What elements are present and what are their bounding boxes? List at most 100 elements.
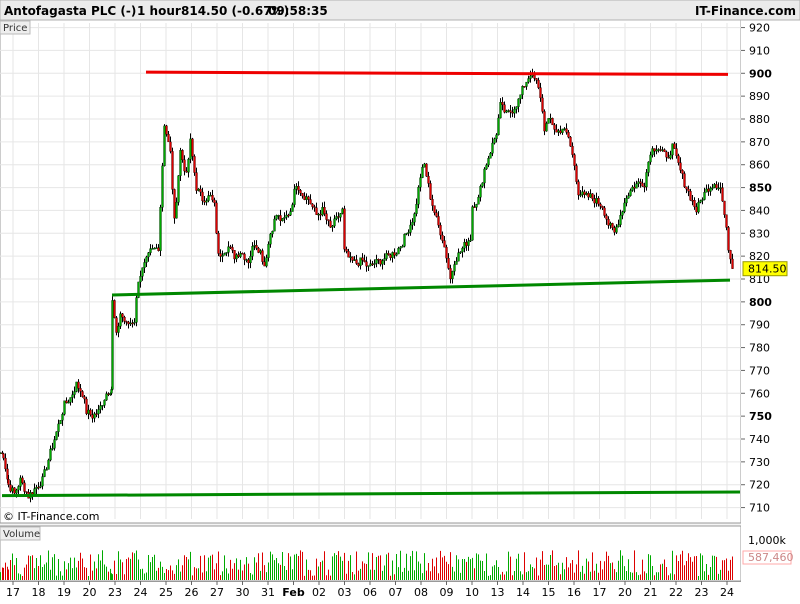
y-tick-label: 830 [749, 227, 770, 240]
candle-body [353, 259, 356, 261]
candle-body [335, 216, 338, 220]
candle-body [593, 198, 596, 204]
candle-body [315, 207, 318, 215]
x-tick-label: 30 [236, 586, 250, 599]
candle-body [601, 206, 604, 209]
candle-body [177, 175, 180, 203]
candle-body [193, 156, 196, 173]
candle-body [83, 396, 86, 400]
candle-body [57, 423, 60, 432]
candle-body [391, 252, 394, 258]
candle-body [627, 195, 630, 199]
candle-body [373, 263, 376, 265]
candle-body [597, 198, 600, 205]
candle-body [501, 102, 504, 105]
candle-body [675, 148, 678, 156]
header-instrument: Antofagasta PLC (-) [4, 4, 136, 18]
candle-body [139, 276, 142, 283]
candle-body [541, 97, 544, 112]
candle-body [397, 248, 400, 255]
candle-body [143, 262, 146, 268]
candle-body [331, 225, 334, 228]
candle-body [499, 102, 502, 119]
candle-body [77, 381, 80, 389]
candle-body [459, 251, 462, 254]
candle-body [135, 297, 138, 323]
y-tick-label: 710 [749, 502, 770, 515]
candle-body [297, 186, 300, 191]
candle-body [317, 213, 320, 216]
candle-body [635, 183, 638, 189]
candle-body [251, 246, 254, 257]
candle-body [439, 224, 442, 236]
candle-body [285, 214, 288, 218]
candle-body [425, 163, 428, 177]
candle-body [169, 141, 172, 152]
candle-body [357, 263, 360, 266]
candle-body [409, 224, 412, 233]
candle-body [259, 250, 262, 253]
candle-body [81, 391, 84, 397]
candle-body [283, 217, 286, 219]
candle-body [365, 261, 368, 267]
candle-body [351, 256, 354, 261]
candle-body [281, 218, 284, 222]
candle-body [609, 223, 612, 226]
volume-last-tag: 587,460 [748, 551, 794, 564]
candle-body [663, 149, 666, 153]
x-tick-label: 13 [491, 586, 505, 599]
candle-body [215, 202, 218, 234]
candle-body [369, 263, 372, 266]
candle-body [639, 181, 642, 184]
candle-body [341, 208, 344, 214]
x-tick-label: 09 [440, 586, 454, 599]
header-time: 09:58:35 [268, 4, 328, 18]
y-tick-label: 780 [749, 342, 770, 355]
candle-body [519, 94, 522, 100]
candle-body [441, 234, 444, 241]
candle-body [551, 117, 554, 126]
candle-body [103, 399, 106, 406]
candle-body [157, 247, 160, 251]
y-tick-label: 760 [749, 387, 770, 400]
candle-body [587, 193, 590, 198]
candle-body [21, 477, 24, 484]
candle-body [417, 187, 420, 205]
candle-body [641, 182, 644, 187]
x-tick-label: 14 [516, 586, 530, 599]
candle-body [407, 232, 410, 234]
candle-body [221, 255, 224, 257]
candle-body [431, 199, 434, 206]
x-tick-label: 23 [695, 586, 709, 599]
candle-body [521, 86, 524, 95]
candle-body [617, 224, 620, 228]
candle-body [555, 129, 558, 133]
candle-body [479, 186, 482, 198]
x-tick-label: 24 [720, 586, 734, 599]
candle-body [61, 414, 64, 421]
candle-body [669, 154, 672, 159]
candle-body [59, 420, 62, 425]
candle-body [653, 148, 656, 152]
candle-body [579, 194, 582, 196]
candle-body [151, 248, 154, 250]
candle-body [523, 86, 526, 88]
candle-body [603, 207, 606, 216]
candle-body [423, 163, 426, 168]
candle-body [337, 216, 340, 218]
candle-body [263, 261, 266, 267]
candle-body [155, 247, 158, 249]
candle-body [677, 155, 680, 163]
candle-body [595, 198, 598, 204]
candle-body [325, 213, 328, 220]
x-tick-label: 24 [134, 586, 148, 599]
candle-body [719, 187, 722, 189]
candle-body [685, 186, 688, 190]
candle-body [51, 448, 54, 450]
candle-body [643, 186, 646, 188]
candle-body [699, 200, 702, 203]
candle-body [175, 202, 178, 219]
candle-body [97, 409, 100, 415]
candle-body [249, 256, 252, 264]
candle-body [45, 469, 48, 471]
